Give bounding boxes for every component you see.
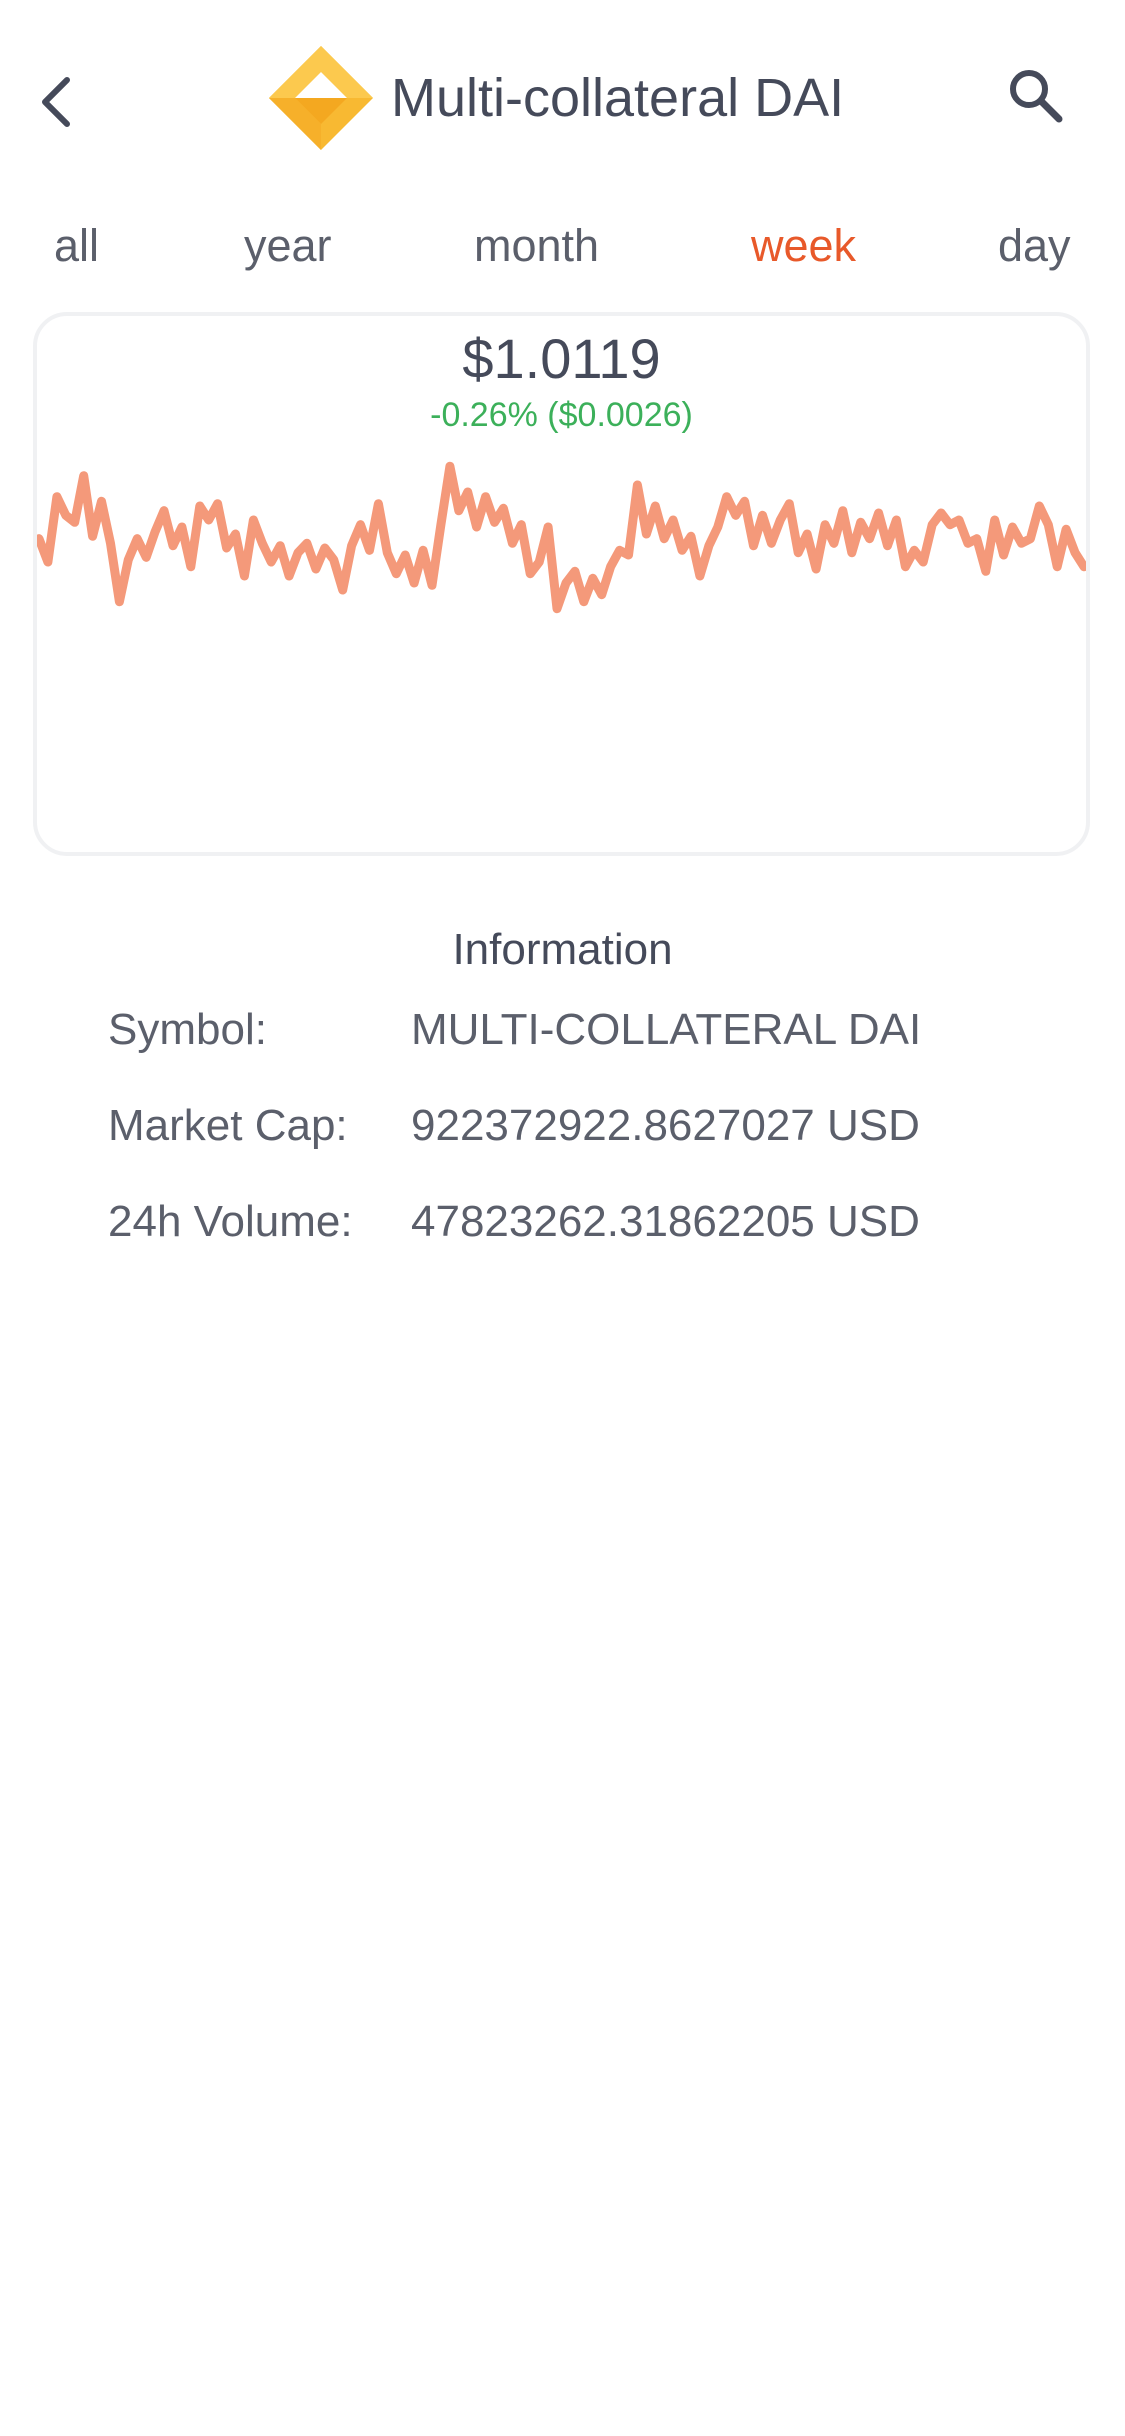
page-title: Multi-collateral DAI: [391, 68, 845, 128]
info-value: 922372922.8627027 USD: [411, 1101, 920, 1150]
search-button[interactable]: [995, 55, 1075, 135]
back-button[interactable]: [22, 62, 92, 142]
current-price: $1.0119: [462, 327, 661, 390]
header: Multi-collateral DAI: [0, 0, 1125, 200]
price-chart-card: $1.0119 -0.26% ($0.0026): [33, 312, 1090, 856]
dai-logo-icon: [269, 46, 373, 150]
tab-all[interactable]: all: [54, 220, 99, 272]
info-value: 47823262.31862205 USD: [411, 1197, 920, 1246]
info-label: 24h Volume:: [108, 1197, 353, 1246]
title-group: Multi-collateral DAI: [265, 38, 844, 158]
info-label: Market Cap:: [108, 1101, 348, 1150]
tab-year[interactable]: year: [244, 220, 332, 272]
chevron-left-icon: [42, 77, 70, 127]
price-change: -0.26% ($0.0026): [430, 396, 693, 434]
info-label: Symbol:: [108, 1005, 267, 1054]
price-series-line: [37, 461, 1086, 614]
info-value: MULTI-COLLATERAL DAI: [411, 1005, 922, 1054]
search-icon: [1010, 70, 1063, 123]
time-range-tabs: all year month week day: [0, 220, 1125, 290]
tab-month[interactable]: month: [474, 220, 599, 272]
information-title: Information: [452, 925, 673, 974]
tab-week[interactable]: week: [751, 220, 856, 272]
tab-day[interactable]: day: [998, 220, 1071, 272]
